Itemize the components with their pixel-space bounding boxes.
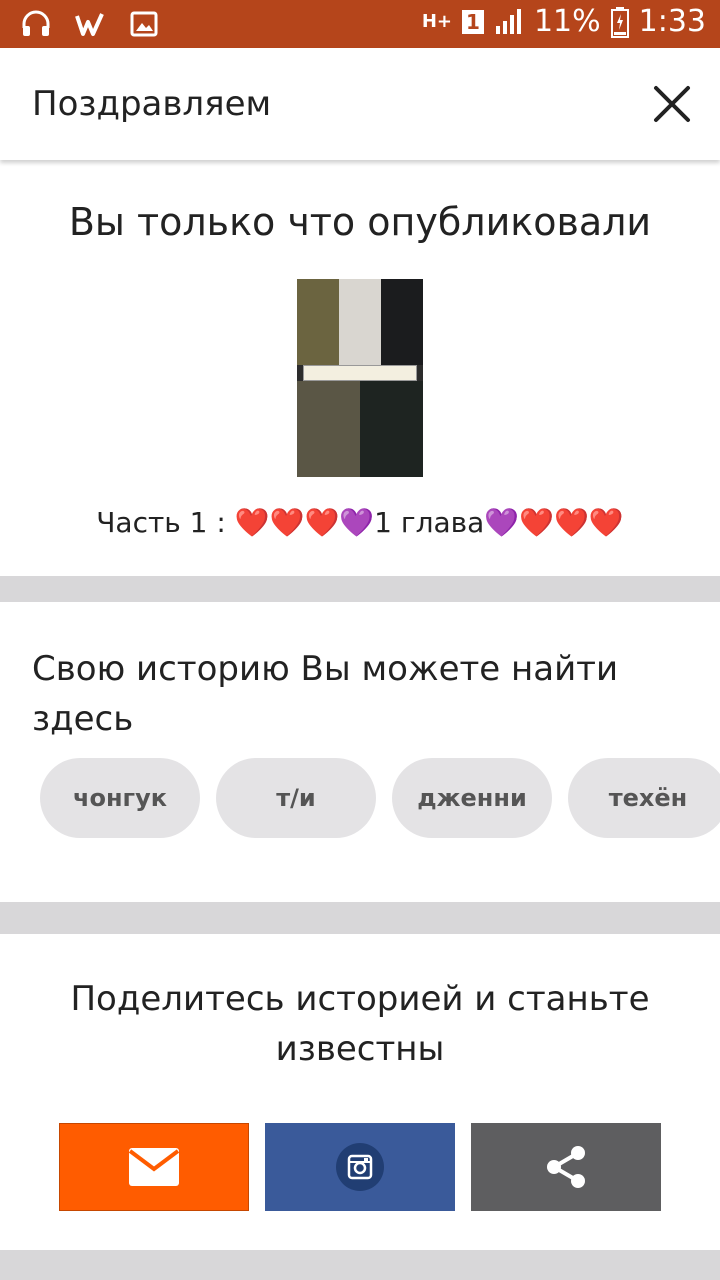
cover-caption <box>303 365 417 381</box>
tag-chip[interactable]: т/и <box>216 758 376 838</box>
story-cover[interactable] <box>297 279 423 477</box>
more-share-button[interactable] <box>471 1123 661 1211</box>
status-bar: H+ 1 11% 1:33 <box>0 0 720 48</box>
sim-indicator: 1 <box>462 9 484 34</box>
share-buttons <box>59 1123 661 1211</box>
tag-chip[interactable]: чонгук <box>40 758 200 838</box>
signal-icon <box>495 8 521 34</box>
tag-chip[interactable]: техён <box>568 758 720 838</box>
page-title: Поздравляем <box>32 84 272 124</box>
published-title: Вы только что опубликовали <box>68 200 652 244</box>
close-icon[interactable] <box>650 82 694 126</box>
instagram-share-button[interactable] <box>265 1123 455 1211</box>
share-title: Поделитесь историей и станьте известны <box>70 979 650 1069</box>
clock: 1:33 <box>638 4 706 39</box>
email-share-button[interactable] <box>59 1123 249 1211</box>
find-title: Свою историю Вы можете найти здесь <box>32 649 619 739</box>
app-bar: Поздравляем <box>0 48 720 160</box>
headphones-icon <box>22 10 50 36</box>
published-section: Вы только что опубликовали Часть 1 : ❤️❤… <box>0 160 720 576</box>
network-type: H+ <box>421 11 453 32</box>
battery-percent: 11% <box>533 4 601 39</box>
mail-icon <box>128 1148 180 1186</box>
battery-icon <box>610 6 629 38</box>
instagram-icon <box>336 1143 384 1191</box>
wattpad-icon <box>75 13 104 36</box>
share-icon <box>547 1146 585 1188</box>
share-section: Поделитесь историей и станьте известны <box>0 934 720 1250</box>
tag-list: чонгук т/и дженни техён <box>40 758 720 838</box>
image-icon <box>130 11 158 37</box>
find-section: Свою историю Вы можете найти здесь чонгу… <box>0 602 720 902</box>
tag-chip[interactable]: дженни <box>392 758 552 838</box>
chapter-title: Часть 1 : ❤️❤️❤️💜1 глава💜❤️❤️❤️ <box>96 506 624 539</box>
